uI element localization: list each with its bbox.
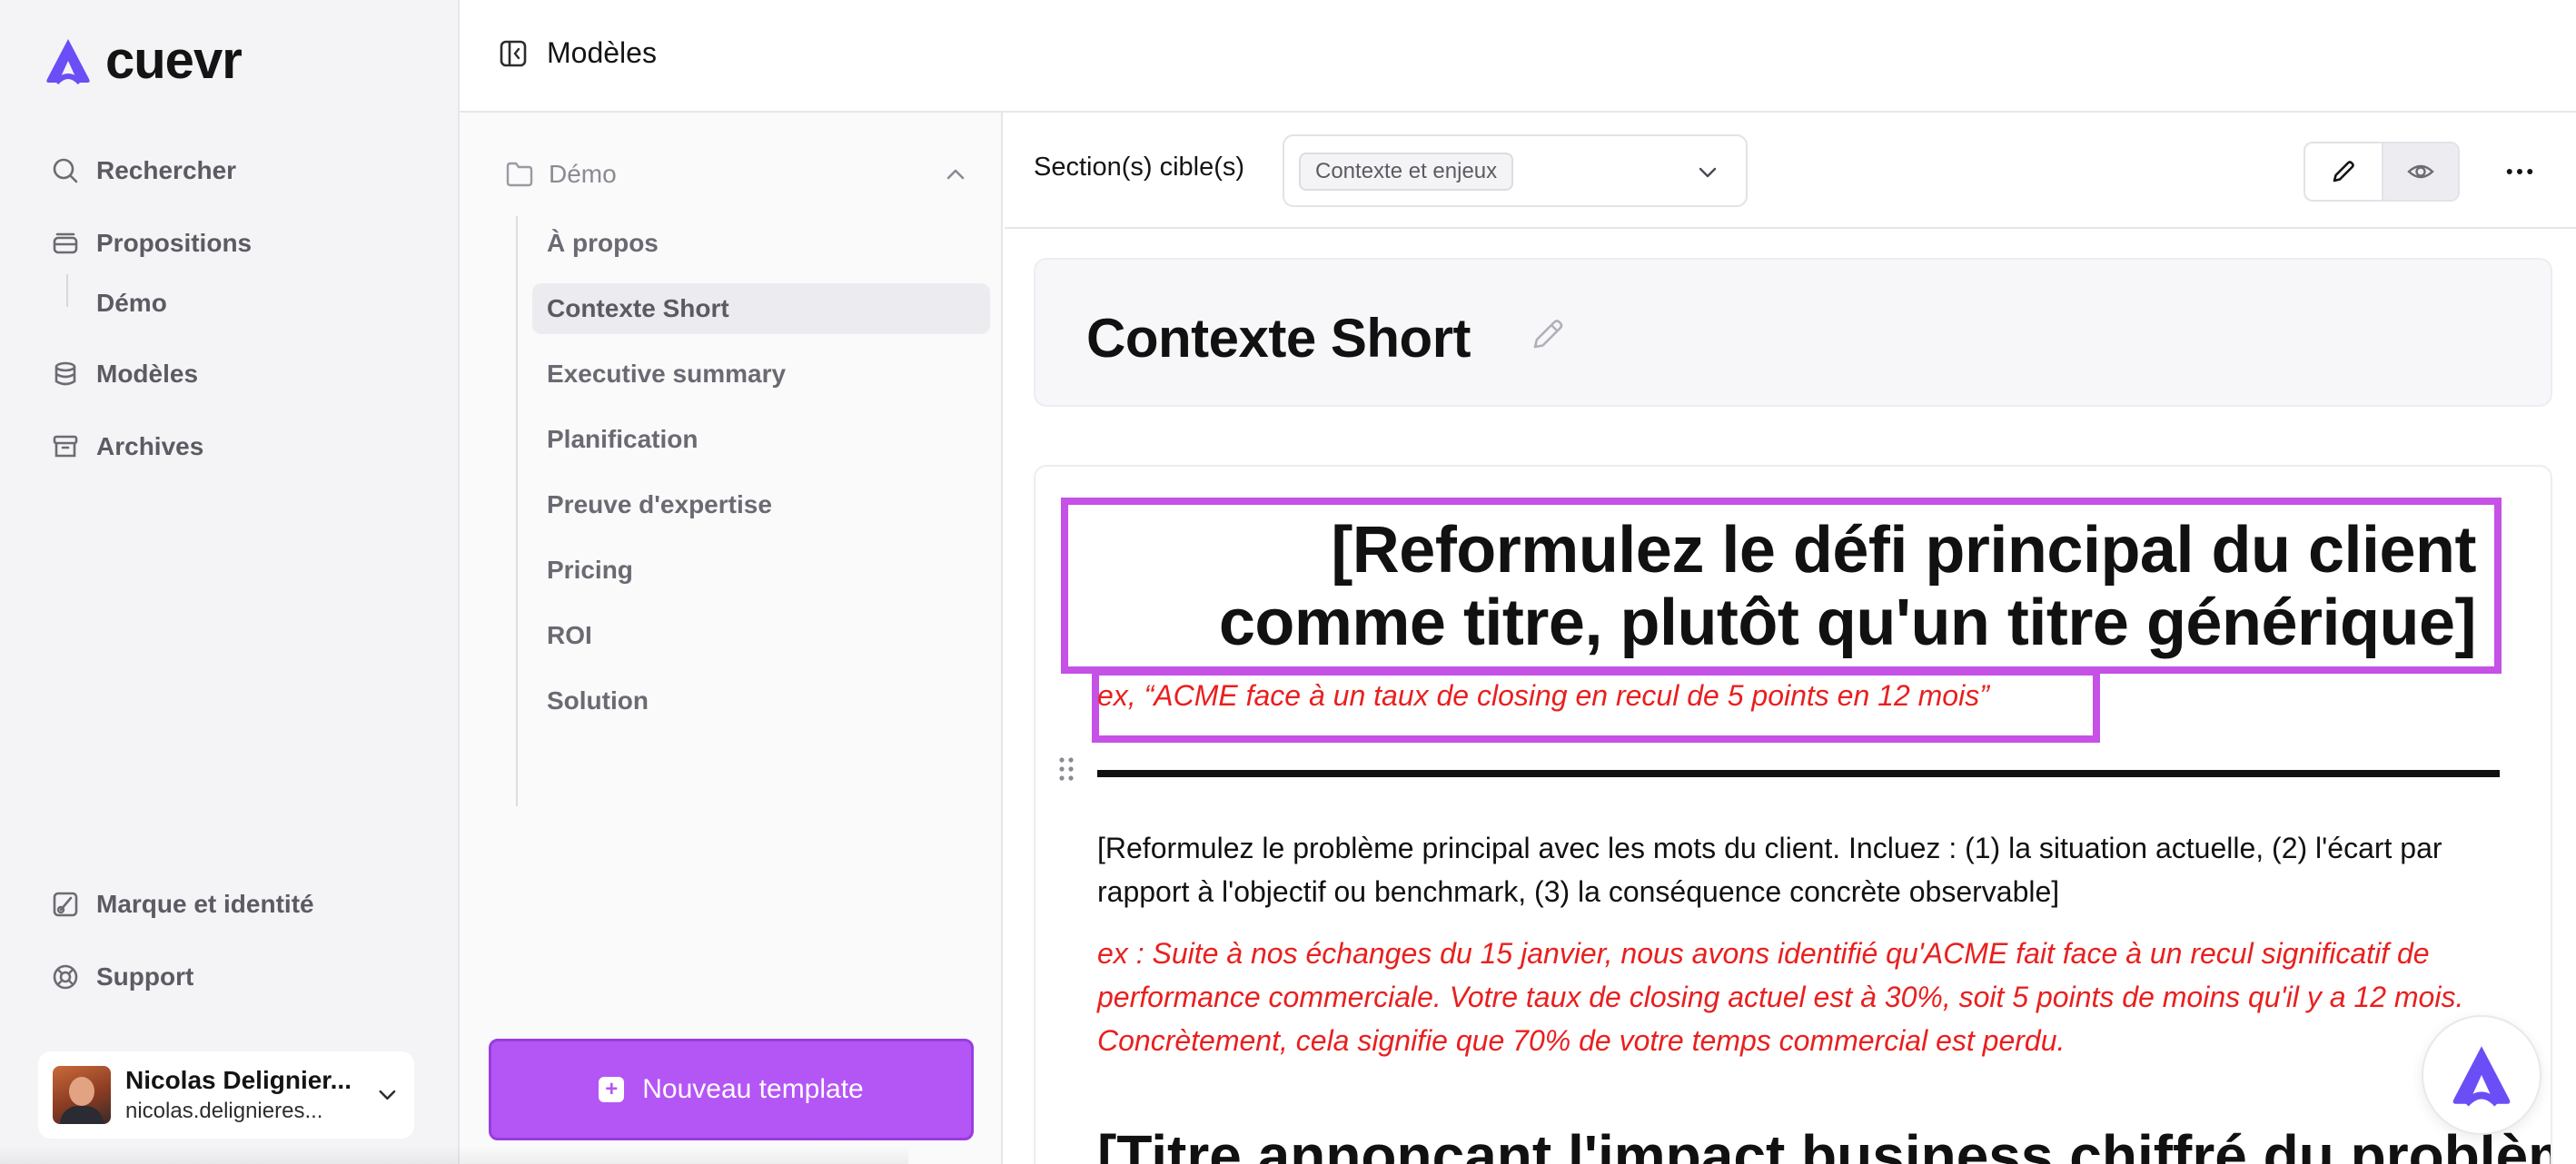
sidebar-toggle-icon[interactable] — [500, 40, 527, 67]
app-name: cuevr — [105, 31, 243, 90]
user-info: Nicolas Delignier... nicolas.delignieres… — [125, 1066, 353, 1124]
lifebuoy-icon — [53, 964, 78, 990]
more-options-button[interactable] — [2502, 158, 2538, 185]
submenu-line — [66, 274, 68, 307]
more-horizontal-icon — [2506, 169, 2533, 174]
cuevr-logo-icon — [46, 39, 90, 84]
section-label: Section(s) cible(s) — [1034, 153, 1245, 182]
tree-line — [516, 216, 518, 806]
drag-handle-icon[interactable] — [1057, 755, 1075, 783]
template-title-card: Contexte Short — [1034, 258, 2552, 407]
chevron-up-icon[interactable] — [943, 162, 968, 187]
templates-panel: Démo À propos Contexte Short Executive s… — [460, 113, 1003, 1164]
view-mode-toggle — [2304, 142, 2460, 202]
pencil-icon — [2333, 161, 2354, 182]
template-item-a-propos[interactable]: À propos — [532, 218, 990, 269]
template-item-contexte-short[interactable]: Contexte Short — [532, 283, 990, 334]
assistant-button[interactable] — [2422, 1015, 2541, 1135]
nav-brand-label: Marque et identité — [96, 890, 314, 918]
horizontal-rule — [1097, 770, 2500, 777]
nav-archives-label: Archives — [96, 432, 204, 460]
nav-support-label: Support — [96, 962, 194, 991]
nav-brand-identity[interactable]: Marque et identité — [51, 890, 314, 919]
app-window: cuevr Rechercher Propositions Démo Modèl… — [0, 0, 2576, 1164]
edit-title-icon[interactable] — [1528, 314, 1568, 354]
stack-icon — [53, 232, 78, 254]
nav-sub-demo[interactable]: Démo — [96, 289, 167, 318]
bottom-shadow — [0, 1146, 908, 1164]
example-text-2[interactable]: ex : Suite à nos échanges du 15 janvier,… — [1097, 932, 2514, 1062]
sidebar: cuevr Rechercher Propositions Démo Modèl… — [0, 0, 460, 1164]
nav-archives[interactable]: Archives — [51, 432, 203, 461]
section-chip[interactable]: Contexte et enjeux — [1299, 153, 1514, 191]
editor: Section(s) cible(s) Contexte et enjeux C… — [1005, 113, 2576, 1164]
chevron-down-icon — [1699, 167, 1717, 178]
brand-icon — [53, 892, 78, 917]
nav-propositions-label: Propositions — [96, 229, 253, 257]
nav-modeles-label: Modèles — [96, 360, 199, 388]
nav-support[interactable]: Support — [51, 962, 193, 991]
folder-label: Démo — [549, 160, 617, 188]
template-item-pricing[interactable]: Pricing — [532, 545, 990, 596]
app-logo[interactable]: cuevr — [40, 31, 243, 90]
new-template-button[interactable]: + Nouveau template — [489, 1039, 974, 1140]
template-item-executive-summary[interactable]: Executive summary — [532, 349, 990, 400]
top-bar: Modèles — [460, 0, 2576, 113]
template-title: Contexte Short — [1086, 308, 1471, 369]
section-select[interactable]: Contexte et enjeux — [1283, 134, 1748, 207]
user-email: nicolas.delignieres... — [125, 1099, 323, 1123]
search-icon — [53, 158, 78, 183]
page-title: Modèles — [547, 36, 657, 69]
database-icon — [54, 361, 76, 386]
content-card: [Reformulez le défi principal du client … — [1034, 465, 2552, 1164]
nav-search-label: Rechercher — [96, 156, 237, 184]
avatar — [53, 1066, 111, 1124]
nav-search[interactable]: Rechercher — [51, 156, 236, 185]
user-menu[interactable]: Nicolas Delignier... nicolas.delignieres… — [38, 1051, 414, 1139]
plus-icon: + — [599, 1077, 625, 1102]
cuevr-logo-icon — [2452, 1046, 2511, 1107]
folder-demo[interactable]: Démo — [505, 160, 968, 189]
archive-icon — [53, 435, 78, 458]
chevron-down-icon[interactable] — [375, 1082, 400, 1108]
eye-icon — [2407, 164, 2434, 179]
new-template-label: Nouveau template — [642, 1074, 864, 1104]
template-item-preuve-expertise[interactable]: Preuve d'expertise — [532, 479, 990, 530]
template-item-planification[interactable]: Planification — [532, 414, 990, 465]
example-text-1[interactable]: ex, “ACME face à un taux de closing en r… — [1097, 679, 1989, 713]
user-name: Nicolas Delignier... — [125, 1066, 352, 1094]
content-heading-2[interactable]: [Titre annonçant l'impact business chiff… — [1097, 1122, 2551, 1164]
folder-icon — [506, 162, 533, 187]
section-bar: Section(s) cible(s) Contexte et enjeux — [1005, 113, 2576, 229]
preview-mode-button[interactable] — [2381, 143, 2458, 200]
template-item-solution[interactable]: Solution — [532, 676, 990, 726]
content-paragraph[interactable]: [Reformulez le problème principal avec l… — [1097, 826, 2514, 913]
template-item-roi[interactable]: ROI — [532, 610, 990, 661]
nav-propositions[interactable]: Propositions — [51, 229, 252, 258]
edit-mode-button[interactable] — [2305, 143, 2382, 200]
content-heading[interactable]: [Reformulez le défi principal du client … — [1090, 514, 2477, 659]
nav-modeles[interactable]: Modèles — [51, 360, 198, 389]
